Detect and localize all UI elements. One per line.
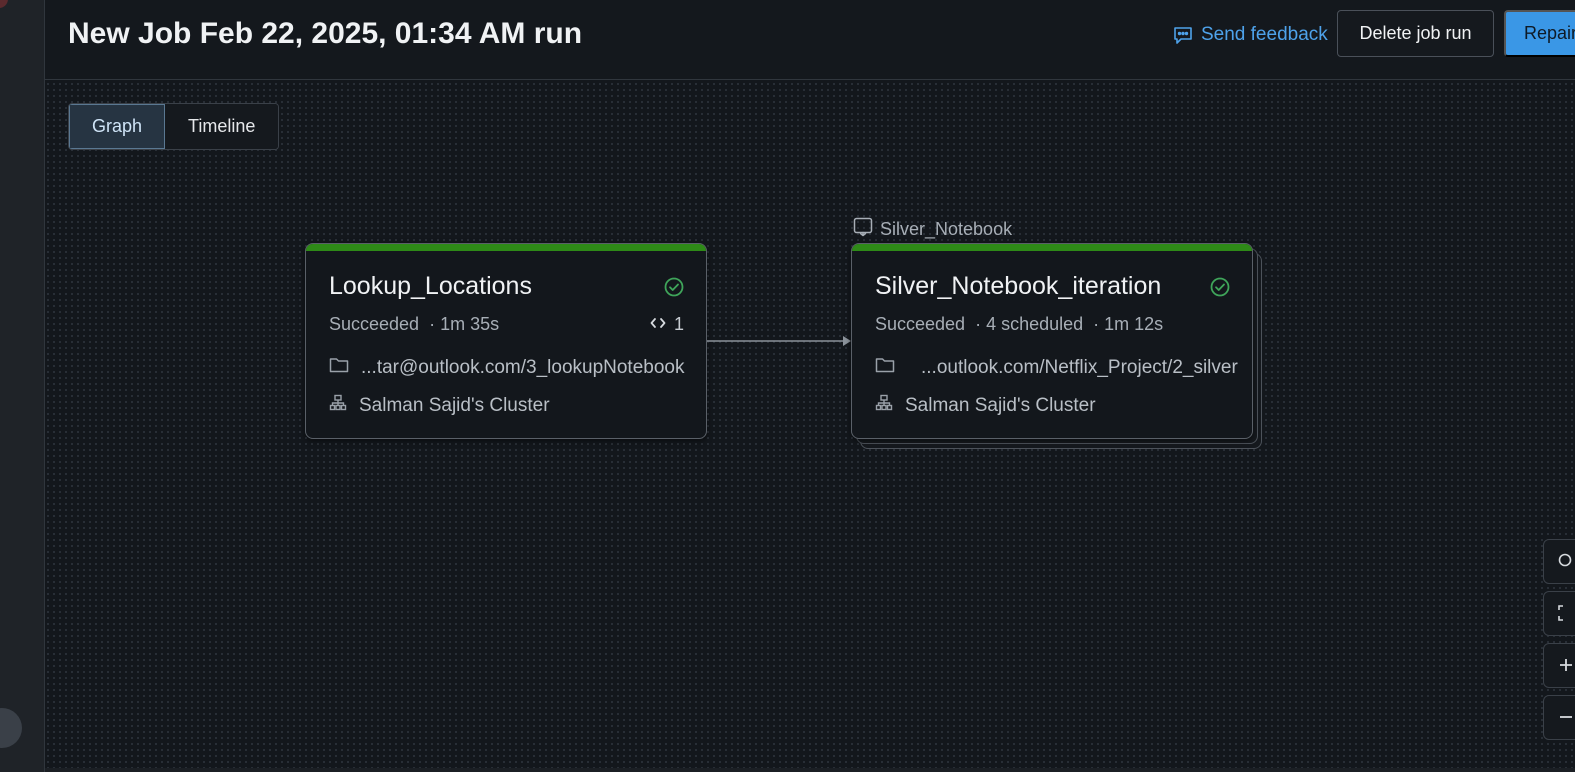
page-header: New Job Feb 22, 2025, 01:34 AM run Send … xyxy=(45,0,1575,80)
avatar[interactable] xyxy=(0,708,22,748)
task-meta: Succeeded · 1m 35s xyxy=(329,314,499,335)
loop-icon xyxy=(853,217,873,242)
task-status: Succeeded xyxy=(329,314,420,334)
main-panel: New Job Feb 22, 2025, 01:34 AM run Send … xyxy=(45,0,1575,768)
search-button[interactable] xyxy=(1543,539,1575,584)
code-count: 1 xyxy=(650,314,684,335)
folder-icon xyxy=(329,356,349,380)
notebook-path[interactable]: ...outlook.com/Netflix_Project/2_silver xyxy=(921,357,1238,379)
task-status: Succeeded xyxy=(875,314,966,334)
code-count-value: 1 xyxy=(673,314,684,334)
page-title: New Job Feb 22, 2025, 01:34 AM run xyxy=(68,17,583,50)
notebook-path-row: ...tar@outlook.com/3_lookupNotebook xyxy=(329,356,684,380)
task-node-silver-notebook-iteration[interactable]: Silver_Notebook_iteration Succeeded · 4 … xyxy=(851,243,1253,439)
task-title: Lookup_Locations xyxy=(329,272,532,300)
folder-icon xyxy=(875,356,895,380)
status-bar xyxy=(306,244,706,251)
notebook-path-row: ...outlook.com/Netflix_Project/2_silver xyxy=(875,356,1238,380)
notebook-path[interactable]: ...tar@outlook.com/3_lookupNotebook xyxy=(361,357,684,379)
task-duration: · 1m 12s xyxy=(1093,314,1164,334)
fit-view-icon xyxy=(1558,601,1574,627)
task-title: Silver_Notebook_iteration xyxy=(875,272,1162,300)
for-each-group-label: Silver_Notebook xyxy=(853,217,1012,242)
zoom-in-button[interactable] xyxy=(1543,643,1575,688)
code-brackets-icon xyxy=(650,314,666,335)
notification-dot[interactable] xyxy=(0,0,8,8)
tab-timeline[interactable]: Timeline xyxy=(165,104,279,149)
send-feedback-label: Send feedback xyxy=(1201,24,1328,45)
task-meta: Succeeded · 4 scheduled · 1m 12s xyxy=(875,314,1163,335)
cluster-icon xyxy=(875,394,893,418)
search-icon xyxy=(1558,549,1574,575)
cluster-name[interactable]: Salman Sajid's Cluster xyxy=(905,395,1096,417)
view-toggle: Graph Timeline xyxy=(68,103,280,150)
chat-bubble-icon xyxy=(1171,23,1195,47)
send-feedback-link[interactable]: Send feedback xyxy=(1171,20,1328,50)
graph-canvas[interactable]: Graph Timeline Lookup_Locations Succeede… xyxy=(45,81,1575,768)
delete-job-run-button[interactable]: Delete job run xyxy=(1337,10,1494,57)
cluster-row: Salman Sajid's Cluster xyxy=(329,394,550,418)
cluster-name[interactable]: Salman Sajid's Cluster xyxy=(359,395,550,417)
cluster-row: Salman Sajid's Cluster xyxy=(875,394,1096,418)
success-check-icon xyxy=(1210,277,1230,302)
group-label-text: Silver_Notebook xyxy=(880,219,1013,239)
repair-run-button[interactable]: Repair xyxy=(1504,10,1575,57)
task-scheduled: · 4 scheduled xyxy=(975,314,1084,334)
cluster-icon xyxy=(329,394,347,418)
task-duration: · 1m 35s xyxy=(429,314,500,334)
plus-icon xyxy=(1558,653,1574,679)
task-node-lookup-locations[interactable]: Lookup_Locations Succeeded · 1m 35s 1 ..… xyxy=(305,243,707,439)
left-rail xyxy=(0,0,45,772)
success-check-icon xyxy=(664,277,684,302)
zoom-controls xyxy=(1543,539,1575,747)
fit-view-button[interactable] xyxy=(1543,591,1575,636)
tab-graph[interactable]: Graph xyxy=(69,104,166,149)
dependency-arrow xyxy=(707,336,851,346)
status-bar xyxy=(852,244,1252,251)
zoom-out-button[interactable] xyxy=(1543,695,1575,740)
minus-icon xyxy=(1558,705,1574,731)
